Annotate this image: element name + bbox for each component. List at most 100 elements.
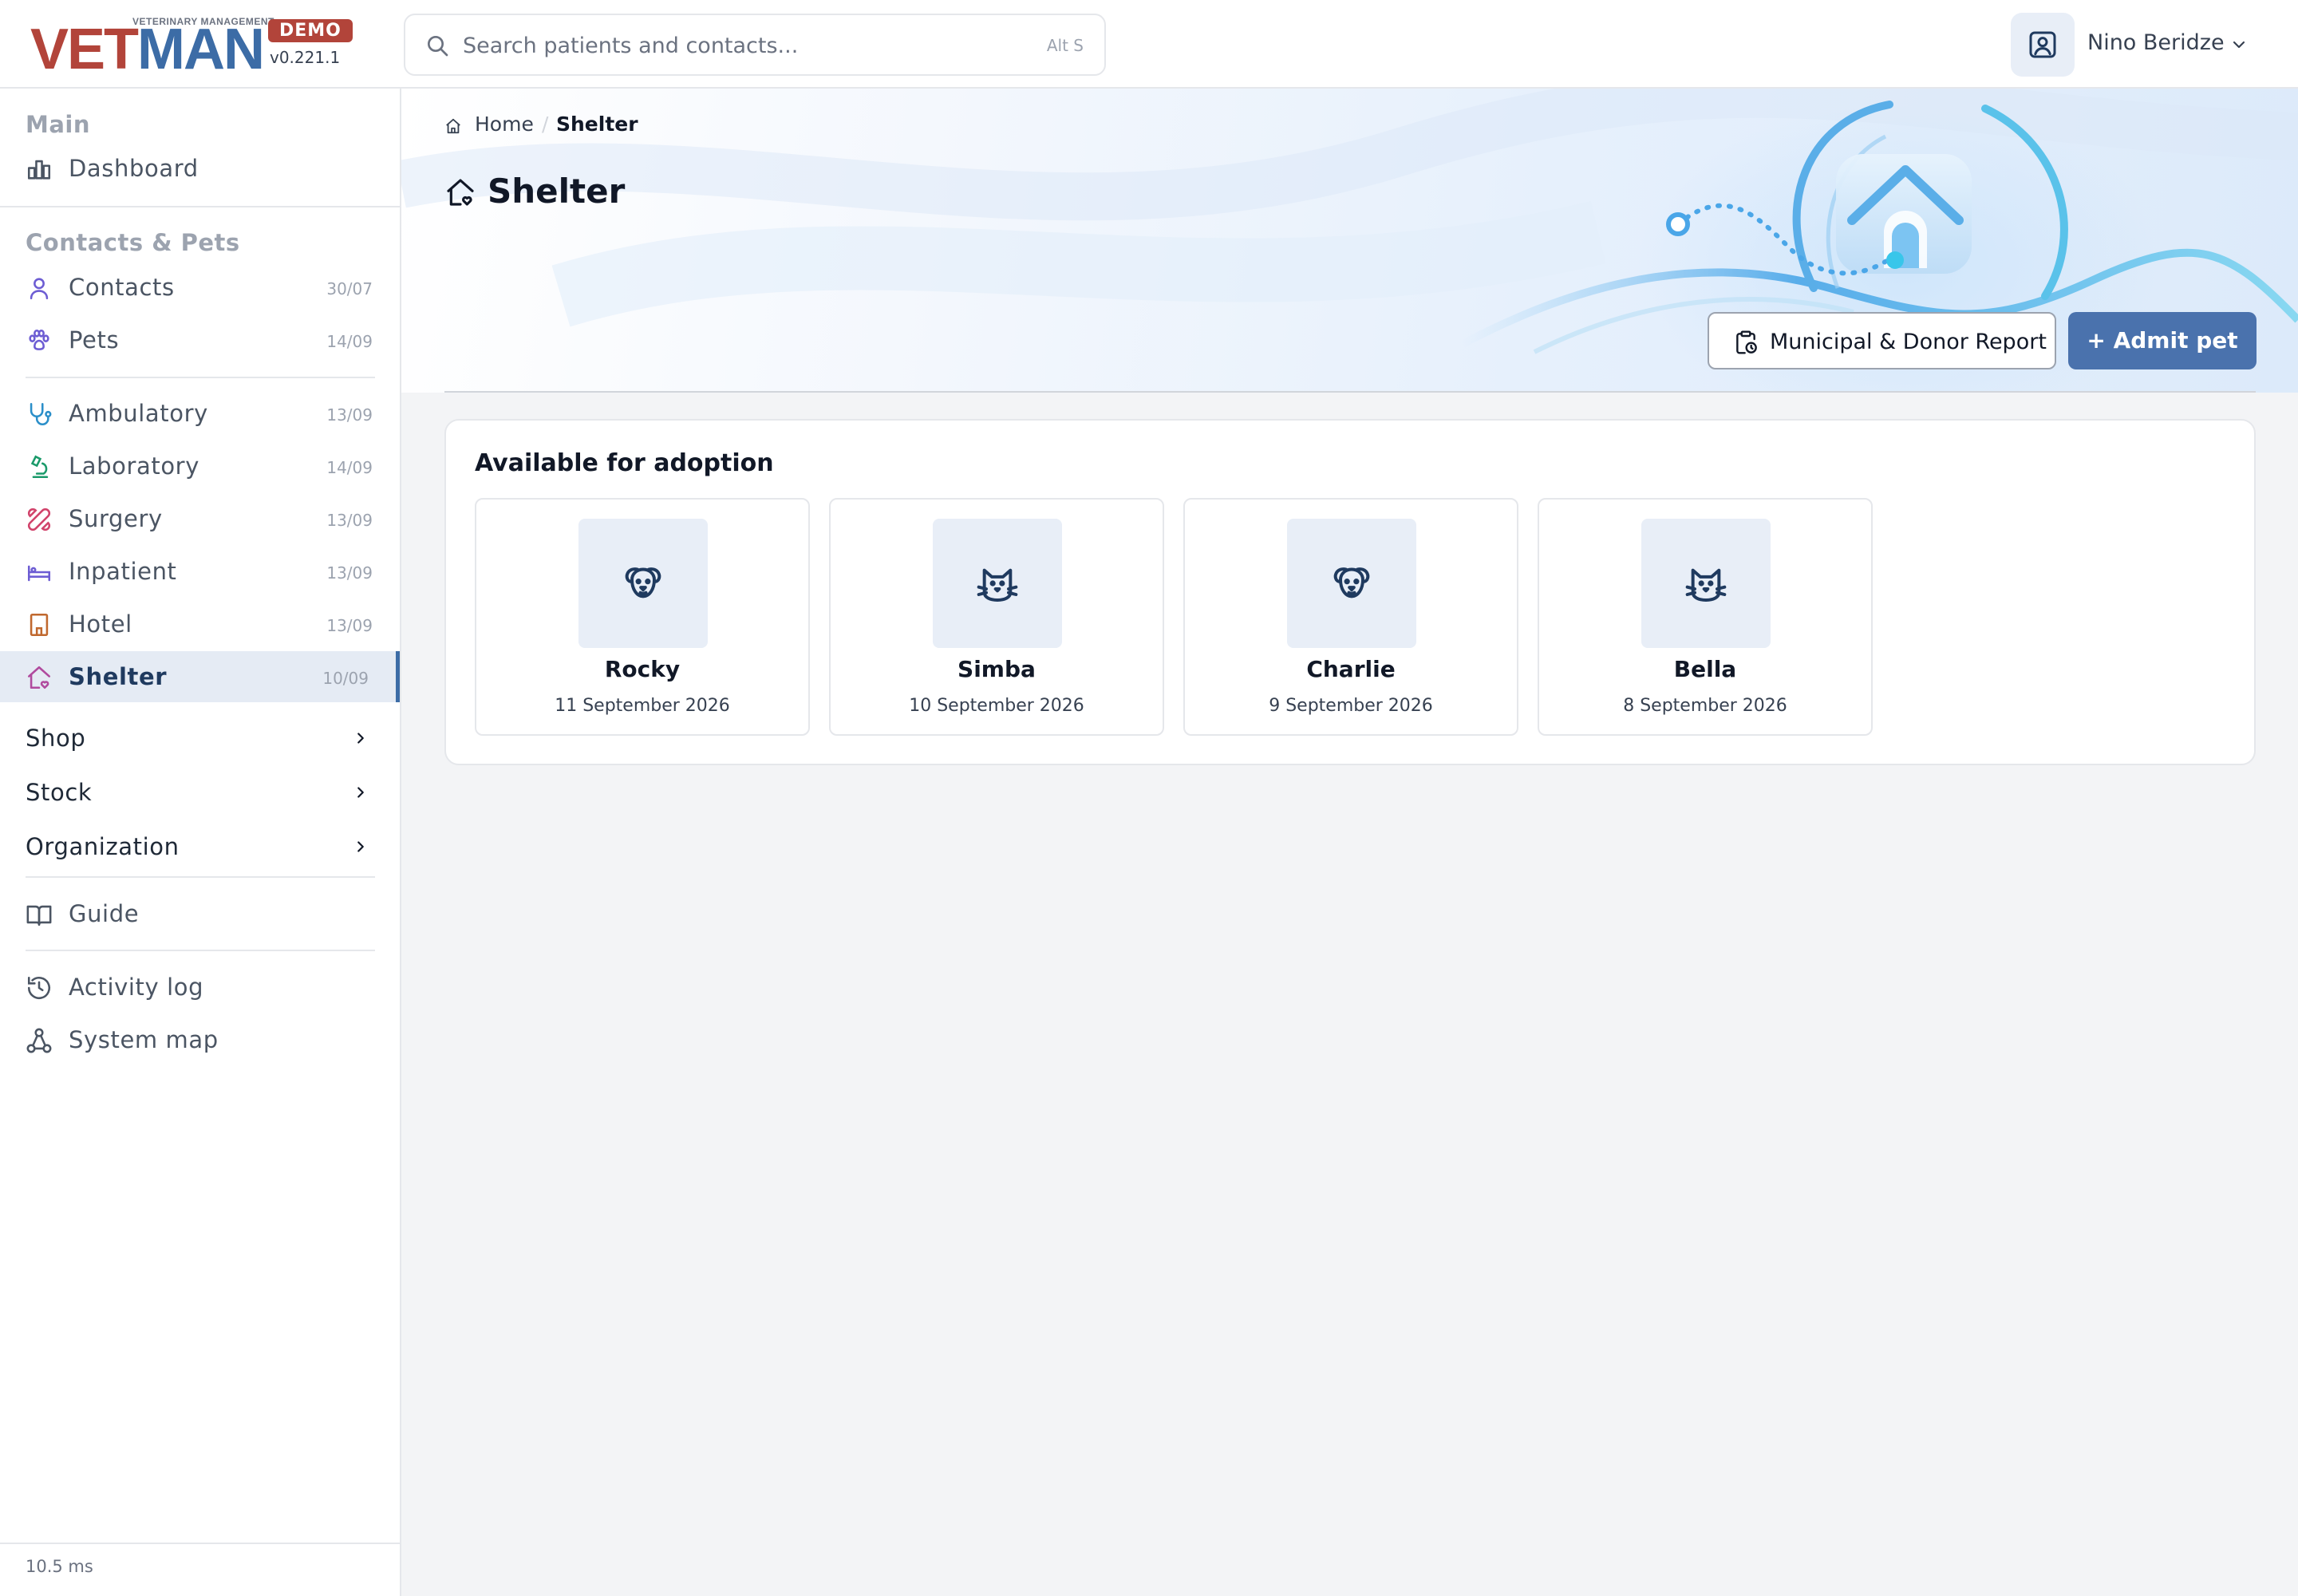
microscope-icon <box>30 455 49 479</box>
sidebar-item-label: Activity log <box>69 974 204 1001</box>
breadcrumb-separator: / <box>542 113 549 136</box>
sidebar-item-label: Contacts <box>69 274 175 301</box>
pet-name: Bella <box>1673 656 1737 682</box>
house-heart-icon <box>27 666 51 689</box>
bed-icon <box>27 565 51 582</box>
pet-thumbnail <box>1641 519 1771 648</box>
section-title-main: Main <box>26 111 91 138</box>
pet-card-simba[interactable]: Simba 10 September 2026 <box>829 498 1164 736</box>
admit-button-label: + Admit pet <box>2087 327 2238 354</box>
sidebar-item-label: System map <box>69 1026 219 1053</box>
sidebar-item-hotel[interactable]: Hotel 13/09 <box>0 598 400 650</box>
available-for-adoption-panel: Available for adoption Rocky 11 Septembe… <box>444 419 2256 765</box>
sidebar-item-label: Guide <box>69 900 140 927</box>
sidebar-item-date: 13/09 <box>326 616 373 635</box>
sidebar-item-guide[interactable]: Guide <box>0 888 400 939</box>
logo-wordmark: VETMAN <box>30 18 265 81</box>
page-title: Shelter <box>488 172 626 211</box>
sidebar-item-activity-log[interactable]: Activity log <box>0 962 400 1013</box>
sidebar-divider <box>26 876 375 878</box>
pet-date: 9 September 2026 <box>1269 696 1433 716</box>
sidebar-item-date: 14/09 <box>326 332 373 351</box>
sidebar-item-label: Surgery <box>69 505 163 532</box>
user-profile-icon <box>2029 31 2056 58</box>
pet-thumbnail <box>1287 519 1416 648</box>
user-name[interactable]: Nino Beridze <box>2087 30 2225 55</box>
sidebar-item-surgery[interactable]: Surgery 13/09 <box>0 493 400 544</box>
sidebar-item-contacts[interactable]: Contacts 30/07 <box>0 262 400 313</box>
breadcrumb-current: Shelter <box>556 113 638 136</box>
paw-icon <box>29 329 49 350</box>
page-header: Home / Shelter Shelter Municipal & Donor… <box>401 89 2298 393</box>
pet-name: Rocky <box>604 656 681 682</box>
pet-card-rocky[interactable]: Rocky 11 September 2026 <box>475 498 810 736</box>
sidebar-item-date: 13/09 <box>326 511 373 530</box>
app-version: v0.221.1 <box>270 48 341 67</box>
clipboard-clock-icon <box>1736 330 1757 354</box>
bandage-icon <box>27 508 51 531</box>
pet-date: 10 September 2026 <box>909 696 1084 716</box>
header-divider <box>444 391 2256 393</box>
pet-date: 8 September 2026 <box>1623 696 1787 716</box>
sidebar-group-organization[interactable]: Organization <box>0 820 400 873</box>
building-icon <box>30 613 49 637</box>
sidebar-divider <box>26 950 375 951</box>
sidebar-item-date: 30/07 <box>326 279 373 298</box>
logo-vet: VET <box>30 18 139 81</box>
sidebar-item-laboratory[interactable]: Laboratory 14/09 <box>0 440 400 492</box>
sidebar-item-dashboard[interactable]: Dashboard <box>0 143 400 194</box>
sidebar-item-label: Laboratory <box>69 452 199 480</box>
pet-card-charlie[interactable]: Charlie 9 September 2026 <box>1183 498 1518 736</box>
user-avatar-button[interactable] <box>2011 13 2075 77</box>
stethoscope-icon <box>30 402 52 425</box>
sidebar-item-system-map[interactable]: System map <box>0 1014 400 1065</box>
search-icon <box>428 36 448 57</box>
report-button-label: Municipal & Donor Report <box>1770 330 2047 354</box>
sidebar-item-label: Shelter <box>69 663 168 690</box>
top-bar: VETERINARY MANAGEMENT VETMAN DEMO v0.221… <box>0 0 2298 89</box>
sidebar-group-stock[interactable]: Stock <box>0 766 400 819</box>
sidebar-item-label: Dashboard <box>69 155 199 182</box>
sidebar-item-inpatient[interactable]: Inpatient 13/09 <box>0 546 400 597</box>
sidebar-group-label: Organization <box>26 833 180 860</box>
pet-name: Simba <box>958 656 1036 682</box>
dog-icon <box>625 567 661 598</box>
sidebar-item-label: Inpatient <box>69 558 177 585</box>
house-heart-icon <box>447 179 474 206</box>
sidebar-item-label: Hotel <box>69 610 132 638</box>
sidebar-item-label: Ambulatory <box>69 400 208 427</box>
admit-pet-button[interactable]: + Admit pet <box>2068 312 2257 369</box>
search-shortcut-hint: Alt S <box>1046 36 1084 55</box>
person-icon <box>30 278 49 300</box>
sidebar-group-shop[interactable]: Shop <box>0 712 400 764</box>
chevron-right-icon <box>357 841 364 852</box>
sidebar-item-pets[interactable]: Pets 14/09 <box>0 314 400 365</box>
sidebar-divider <box>26 377 375 378</box>
home-icon[interactable] <box>444 117 462 135</box>
network-icon <box>26 1028 52 1053</box>
chevron-down-icon[interactable] <box>2229 35 2249 54</box>
bar-chart-icon <box>27 160 51 180</box>
municipal-donor-report-button[interactable]: Municipal & Donor Report <box>1708 312 2056 369</box>
sidebar-item-label: Pets <box>69 326 120 354</box>
sidebar-group-label: Shop <box>26 725 86 752</box>
chevron-right-icon <box>357 787 364 798</box>
sidebar-item-shelter[interactable]: Shelter 10/09 <box>0 651 400 702</box>
pet-name: Charlie <box>1306 656 1396 682</box>
search-box[interactable]: Alt S <box>404 14 1106 76</box>
dog-icon <box>1333 567 1370 598</box>
breadcrumb-home-link[interactable]: Home <box>475 113 534 136</box>
logo-man: MAN <box>137 18 265 81</box>
history-icon <box>27 976 51 1000</box>
sidebar-item-date: 10/09 <box>322 669 369 688</box>
search-input[interactable] <box>463 30 1021 61</box>
pet-card-bella[interactable]: Bella 8 September 2026 <box>1538 498 1873 736</box>
demo-badge: DEMO <box>268 19 353 42</box>
sidebar-group-label: Stock <box>26 779 93 806</box>
render-time: 10.5 ms <box>26 1557 93 1576</box>
cat-icon <box>1685 568 1727 602</box>
section-title-contacts-pets: Contacts & Pets <box>26 229 240 256</box>
sidebar-footer-divider <box>0 1543 400 1544</box>
app-logo[interactable]: VETERINARY MANAGEMENT VETMAN DEMO v0.221… <box>30 16 353 78</box>
sidebar-item-ambulatory[interactable]: Ambulatory 13/09 <box>0 388 400 439</box>
